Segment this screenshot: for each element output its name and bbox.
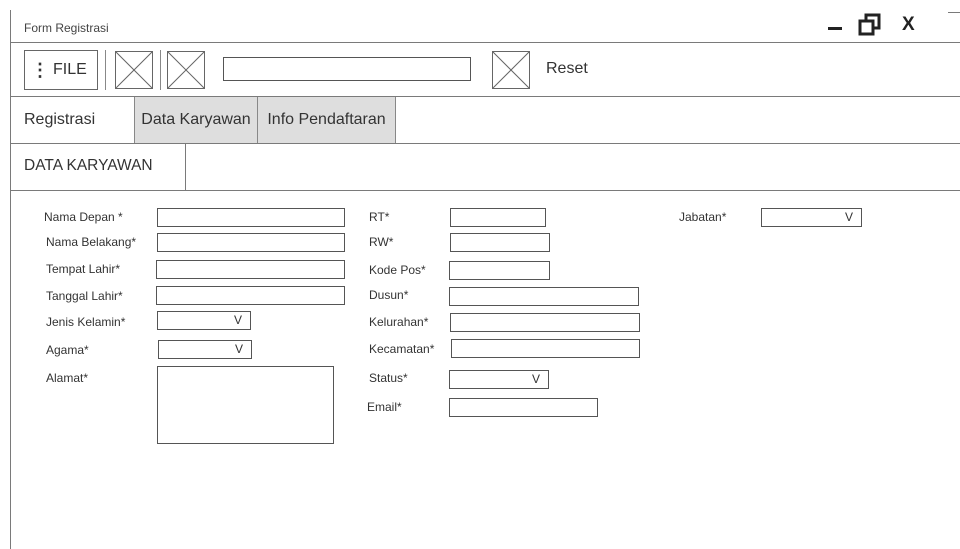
section-divider xyxy=(10,190,960,191)
email-label: Email* xyxy=(367,400,402,414)
dusun-label: Dusun* xyxy=(369,288,409,302)
kode-pos-input[interactable] xyxy=(449,261,550,280)
jabatan-label: Jabatan* xyxy=(679,210,727,224)
file-menu-button[interactable]: ⋮ FILE xyxy=(24,50,98,90)
window-corner-mark xyxy=(948,12,960,13)
kelurahan-input[interactable] xyxy=(450,313,640,332)
jenis-kelamin-select[interactable]: V xyxy=(157,311,251,330)
alamat-label: Alamat* xyxy=(46,371,89,385)
tempat-lahir-label: Tempat Lahir* xyxy=(46,262,121,276)
kecamatan-label: Kecamatan* xyxy=(369,342,435,356)
more-vertical-icon: ⋮ xyxy=(31,59,49,80)
titlebar-divider xyxy=(10,42,960,43)
restore-icon[interactable] xyxy=(858,13,882,37)
rw-input[interactable] xyxy=(450,233,550,252)
rt-input[interactable] xyxy=(450,208,546,227)
tanggal-lahir-label: Tanggal Lahir* xyxy=(46,289,123,303)
dusun-input[interactable] xyxy=(449,287,639,306)
kecamatan-input[interactable] xyxy=(451,339,640,358)
agama-label: Agama* xyxy=(46,343,89,357)
nama-depan-label: Nama Depan * xyxy=(44,210,123,224)
rt-label: RT* xyxy=(369,210,390,224)
section-title-divider xyxy=(185,143,186,190)
tab-info-pendaftaran[interactable]: Info Pendaftaran xyxy=(258,97,396,143)
rw-label: RW* xyxy=(369,235,394,249)
agama-select[interactable]: V xyxy=(158,340,252,359)
close-button[interactable]: X xyxy=(902,15,915,35)
nama-belakang-input[interactable] xyxy=(157,233,345,252)
alamat-textarea[interactable] xyxy=(157,366,334,444)
tab-registrasi[interactable]: Registrasi xyxy=(24,97,132,143)
nama-depan-input[interactable] xyxy=(157,208,345,227)
nama-belakang-label: Nama Belakang* xyxy=(46,235,137,249)
tanggal-lahir-input[interactable] xyxy=(156,286,345,305)
kode-pos-label: Kode Pos* xyxy=(369,263,426,277)
window-title: Form Registrasi xyxy=(24,21,109,35)
kelurahan-label: Kelurahan* xyxy=(369,315,429,329)
minimize-icon[interactable] xyxy=(828,27,842,30)
email-input[interactable] xyxy=(449,398,598,417)
window-left-border xyxy=(10,10,11,549)
file-menu-label: FILE xyxy=(53,61,87,78)
jabatan-select[interactable]: V xyxy=(761,208,862,227)
toolbar-separator xyxy=(160,50,161,90)
tab-data-karyawan[interactable]: Data Karyawan xyxy=(134,97,258,143)
toolbar-image-placeholder-icon[interactable] xyxy=(167,51,205,89)
section-title: DATA KARYAWAN xyxy=(24,157,153,174)
toolbar-image-placeholder-icon[interactable] xyxy=(115,51,153,89)
toolbar-search-input[interactable] xyxy=(223,57,471,81)
toolbar-separator xyxy=(105,50,106,90)
toolbar-image-placeholder-icon[interactable] xyxy=(492,51,530,89)
tempat-lahir-input[interactable] xyxy=(156,260,345,279)
status-label: Status* xyxy=(369,371,408,385)
jenis-kelamin-label: Jenis Kelamin* xyxy=(46,315,126,329)
tabbar-divider xyxy=(10,143,960,144)
status-select[interactable]: V xyxy=(449,370,549,389)
reset-button[interactable]: Reset xyxy=(546,60,588,78)
